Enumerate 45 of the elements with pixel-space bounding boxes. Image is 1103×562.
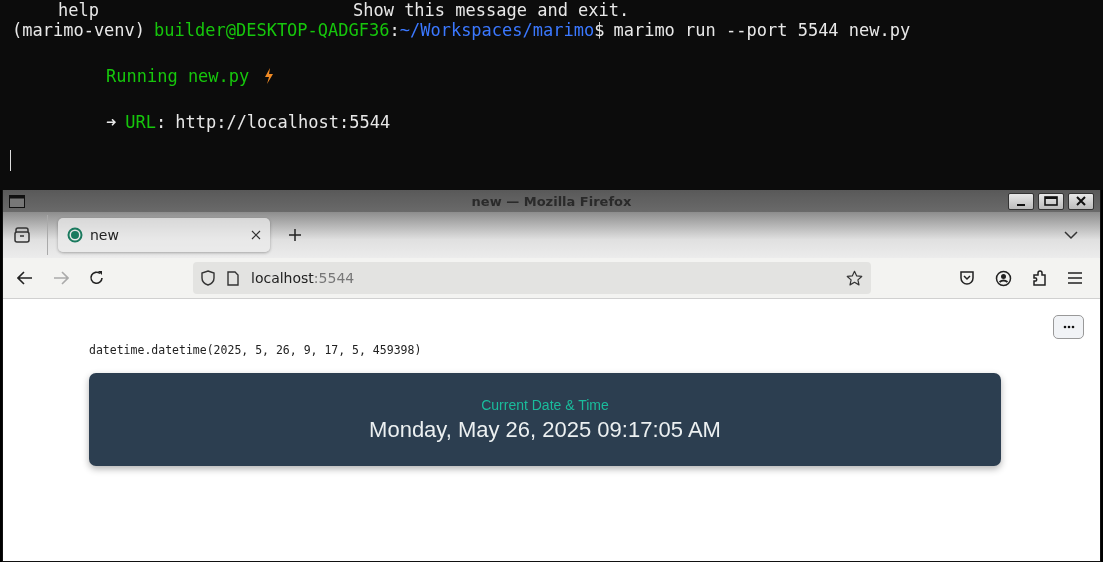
minimize-button[interactable] [1008,192,1034,210]
reload-icon[interactable] [89,270,105,286]
more-options-button[interactable] [1053,315,1084,339]
window-menu-icon[interactable] [9,194,25,208]
shield-icon [201,270,215,286]
folder-icon[interactable] [13,227,31,243]
terminal-text: (marimo-venv) [12,19,146,40]
browser-tab[interactable]: new [58,218,270,252]
puzzle-icon[interactable] [1032,269,1048,287]
cell-output: datetime.datetime(2025, 5, 26, 9, 17, 5, 459398) [89,343,423,357]
lightning-icon [264,67,275,84]
maximize-icon [1044,196,1058,206]
terminal-text: : [389,19,400,40]
minimize-icon [1017,203,1025,206]
address-bar[interactable]: localhost:5544 [193,262,871,294]
close-icon[interactable] [251,230,261,240]
window-title: new — Mozilla Firefox [471,193,632,209]
marimo-logo-icon [67,227,83,243]
date-time-value: Monday, May 26, 2025 09:17:05 AM [369,416,721,443]
pocket-icon[interactable] [959,270,975,286]
star-icon[interactable] [846,269,863,287]
back-arrow-icon[interactable] [17,271,33,285]
close-button[interactable] [1068,192,1094,210]
terminal-url: http://localhost:5544 [175,111,391,132]
page-icon [227,270,239,286]
terminal-command: marimo run --port 5544 new.py [613,19,911,40]
url-text: localhost:5544 [251,270,355,286]
chevron-down-icon[interactable] [1064,230,1078,240]
terminal-text: ➜ [106,111,117,132]
account-icon[interactable] [995,269,1012,287]
text-cursor [10,150,11,171]
close-icon [1076,196,1086,206]
terminal-text: help [58,0,99,18]
terminal-text: Show this message and exit. [352,0,630,18]
terminal-path: ~/Workspaces/marimo [399,19,595,40]
menu-icon[interactable] [1068,272,1082,284]
maximize-button[interactable] [1038,192,1064,210]
terminal-text: : [155,111,167,132]
ellipsis-icon [1062,325,1075,329]
plus-icon[interactable] [288,228,302,242]
terminal-text: URL [125,111,156,132]
terminal-user-host: builder@DESKTOP-QADGF36 [154,19,390,40]
terminal-text: Running new.py [106,65,250,86]
card-caption: Current Date & Time [481,396,609,413]
terminal-text: $ [594,19,605,40]
